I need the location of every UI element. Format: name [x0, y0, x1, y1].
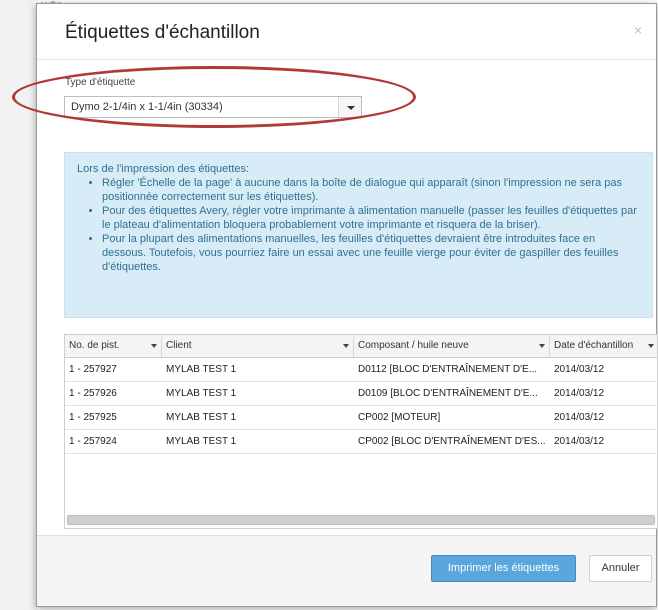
column-header-component[interactable]: Composant / huile neuve [354, 335, 550, 357]
instruction-item: Pour la plupart des alimentations manuel… [102, 232, 640, 274]
cell-client: MYLAB TEST 1 [166, 364, 237, 375]
table-row[interactable]: 1 - 257925 MYLAB TEST 1 CP002 [MOTEUR] 2… [65, 406, 657, 430]
samples-grid: No. de pist. Client Composant / huile ne… [64, 334, 658, 529]
chevron-down-icon[interactable] [338, 97, 361, 117]
grid-header: No. de pist. Client Composant / huile ne… [65, 335, 657, 358]
column-header-sample-date[interactable]: Date d'échantillon [550, 335, 657, 357]
cell-sample-no: 1 - 257925 [69, 412, 117, 423]
label-type-select[interactable]: Dymo 2-1/4in x 1-1/4in (30334) [64, 96, 362, 118]
cancel-button[interactable]: Annuler [589, 555, 652, 582]
sort-caret-icon[interactable] [151, 344, 157, 348]
print-labels-button[interactable]: Imprimer les étiquettes [431, 555, 576, 582]
label-type-value: Dymo 2-1/4in x 1-1/4in (30334) [71, 101, 223, 113]
horizontal-scrollbar[interactable] [67, 515, 655, 525]
cell-component: D0109 [BLOC D'ENTRAÎNEMENT D'E... [358, 388, 538, 399]
cell-sample-date: 2014/03/12 [554, 388, 605, 399]
instruction-item: Pour des étiquettes Avery, régler votre … [102, 204, 640, 232]
sample-labels-dialog: Étiquettes d'échantillon × Type d'étique… [36, 3, 658, 607]
sort-caret-icon[interactable] [648, 344, 654, 348]
cell-client: MYLAB TEST 1 [166, 412, 237, 423]
cell-sample-date: 2014/03/12 [554, 436, 605, 447]
sort-caret-icon[interactable] [343, 344, 349, 348]
cell-sample-no: 1 - 257927 [69, 364, 117, 375]
instruction-item: Régler 'Échelle de la page' à aucune dan… [102, 176, 640, 204]
column-label: No. de pist. [69, 340, 120, 351]
column-header-client[interactable]: Client [162, 335, 354, 357]
label-type-label: Type d'étiquette [65, 77, 136, 88]
table-row[interactable]: 1 - 257924 MYLAB TEST 1 CP002 [BLOC D'EN… [65, 430, 657, 454]
dialog-title: Étiquettes d'échantillon [65, 22, 260, 43]
print-instructions: Lors de l'impression des étiquettes: Rég… [64, 152, 653, 318]
close-icon[interactable]: × [634, 22, 642, 38]
dialog-footer: Imprimer les étiquettes Annuler [37, 535, 656, 606]
column-header-sample-no[interactable]: No. de pist. [65, 335, 162, 357]
column-label: Composant / huile neuve [358, 340, 469, 351]
cell-component: CP002 [BLOC D'ENTRAÎNEMENT D'ES... [358, 436, 546, 447]
dialog-header: Étiquettes d'échantillon × [37, 4, 656, 60]
cell-sample-date: 2014/03/12 [554, 412, 605, 423]
cell-sample-no: 1 - 257926 [69, 388, 117, 399]
cell-client: MYLAB TEST 1 [166, 388, 237, 399]
cell-component: D0112 [BLOC D'ENTRAÎNEMENT D'E... [358, 364, 538, 375]
cell-component: CP002 [MOTEUR] [358, 412, 441, 423]
instructions-list: Régler 'Échelle de la page' à aucune dan… [77, 176, 640, 274]
cell-sample-date: 2014/03/12 [554, 364, 605, 375]
column-label: Client [166, 340, 192, 351]
table-row[interactable]: 1 - 257927 MYLAB TEST 1 D0112 [BLOC D'EN… [65, 358, 657, 382]
sort-caret-icon[interactable] [539, 344, 545, 348]
column-label: Date d'échantillon [554, 340, 634, 351]
background-page [0, 0, 38, 610]
cell-client: MYLAB TEST 1 [166, 436, 237, 447]
cell-sample-no: 1 - 257924 [69, 436, 117, 447]
table-row[interactable]: 1 - 257926 MYLAB TEST 1 D0109 [BLOC D'EN… [65, 382, 657, 406]
instructions-intro: Lors de l'impression des étiquettes: [77, 163, 250, 175]
